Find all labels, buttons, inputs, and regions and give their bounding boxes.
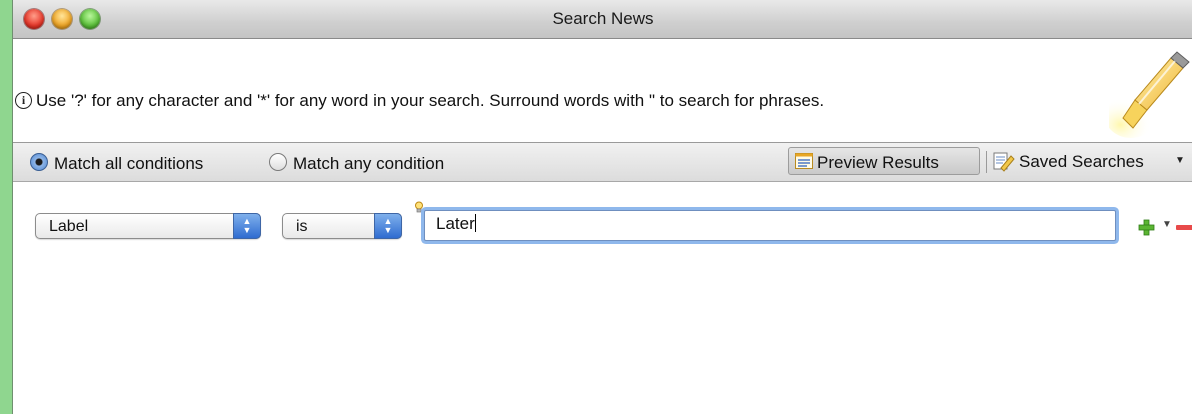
field-select[interactable]: Label ▲ ▼ xyxy=(35,213,261,239)
add-condition-icon[interactable] xyxy=(1138,219,1155,236)
highlighter-icon xyxy=(1109,51,1190,138)
remove-condition-icon[interactable] xyxy=(1176,225,1192,230)
saved-searches-button[interactable]: Saved Searches ▼ xyxy=(993,147,1192,175)
match-all-label[interactable]: Match all conditions xyxy=(54,154,203,174)
operator-select[interactable]: is ▲ ▼ xyxy=(282,213,402,239)
condition-value-input[interactable]: Later xyxy=(424,210,1116,241)
saved-searches-label: Saved Searches xyxy=(1019,152,1144,171)
chevron-down-icon[interactable]: ▼ xyxy=(1162,219,1172,230)
match-any-label[interactable]: Match any condition xyxy=(293,154,444,174)
info-circle-icon: i xyxy=(15,92,32,109)
toolbar-separator xyxy=(986,151,987,173)
chevron-down-icon: ▼ xyxy=(1175,155,1185,166)
text-caret xyxy=(474,214,476,232)
saved-search-icon xyxy=(993,152,1015,172)
select-arrows-icon: ▲ ▼ xyxy=(233,213,261,239)
preview-results-label: Preview Results xyxy=(817,153,939,172)
preview-icon xyxy=(795,153,813,169)
search-news-window: Search News i Use '?' for any character … xyxy=(12,0,1192,414)
search-toolbar: Match all conditions Match any condition… xyxy=(13,143,1192,182)
match-all-radio[interactable] xyxy=(30,153,48,171)
title-bar[interactable]: Search News xyxy=(13,0,1192,39)
lightbulb-icon[interactable] xyxy=(414,201,424,214)
window-title: Search News xyxy=(552,9,654,28)
match-any-radio[interactable] xyxy=(269,153,287,171)
condition-value-text: Later xyxy=(436,214,475,233)
preview-results-button[interactable]: Preview Results xyxy=(788,147,980,175)
info-banner: i Use '?' for any character and '*' for … xyxy=(13,39,1192,143)
search-hint-text: Use '?' for any character and '*' for an… xyxy=(36,91,825,110)
select-arrows-icon: ▲ ▼ xyxy=(374,213,402,239)
field-select-value: Label xyxy=(49,218,89,235)
operator-select-value: is xyxy=(296,218,308,235)
